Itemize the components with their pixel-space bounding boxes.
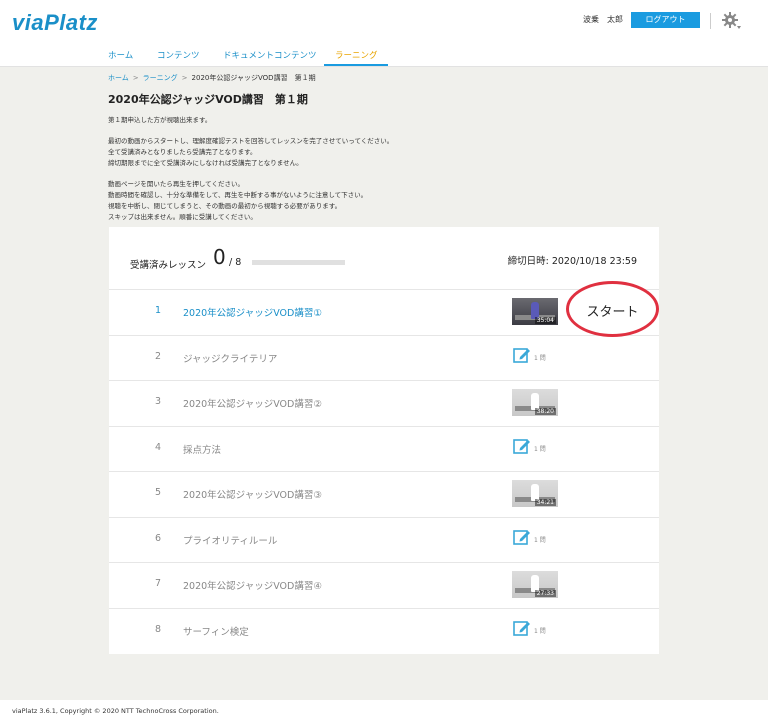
lesson-title[interactable]: 2020年公認ジャッジVOD講習③ [183,487,322,501]
footer: viaPlatz 3.6.1, Copyright © 2020 NTT Tec… [0,700,768,723]
lesson-number: 2 [155,351,162,362]
breadcrumb-current: 2020年公認ジャッジVOD講習 第１期 [191,74,316,82]
progress-bar [252,260,345,265]
start-label: スタート [586,305,639,320]
tab-home[interactable]: ホーム [108,49,133,61]
edit-note-icon [513,348,530,363]
lesson-title[interactable]: 採点方法 [183,442,221,456]
lesson-number: 7 [155,578,162,589]
quiz-count: 1 問 [534,628,546,635]
description-line: 動画ページを開いたら再生を押してください。 [108,180,244,188]
lesson-title[interactable]: ジャッジクライテリア [183,351,277,365]
lesson-title[interactable]: 2020年公認ジャッジVOD講習② [183,396,322,410]
gear-icon[interactable] [721,11,741,31]
lesson-number: 6 [155,533,162,544]
top-header: viaPlatz 波乗 太郎 ログアウト [0,0,768,44]
breadcrumb: ホーム > ラーニング >2020年公認ジャッジVOD講習 第１期 [108,73,316,83]
header-divider [710,13,711,29]
video-duration: 38:20 [534,408,556,415]
lesson-row[interactable]: 7 2020年公認ジャッジVOD講習④ 27:33 [109,562,659,607]
quiz-count: 1 問 [534,446,546,453]
user-name: 波乗 太郎 [583,15,623,24]
progress-total: / 8 [229,257,242,268]
video-duration: 27:33 [534,590,556,597]
logout-button[interactable]: ログアウト [631,12,700,28]
tab-contents[interactable]: コンテンツ [157,49,200,61]
progress-label: 受講済みレッスン [130,260,207,271]
lesson-row[interactable]: 5 2020年公認ジャッジVOD講習③ 34:21 [109,471,659,516]
breadcrumb-separator: > [132,74,139,82]
tab-learning[interactable]: ラーニング [335,49,378,61]
description-line: スキップは出来ません。順番に受講してください。 [108,213,257,221]
progress-completed: 0 [213,245,226,269]
edit-note-icon [513,530,530,545]
copyright-text: viaPlatz 3.6.1, Copyright © 2020 NTT Tec… [12,707,219,715]
video-thumbnail[interactable]: 34:21 [512,480,558,507]
description-line: 最初の動画からスタートし、理解度確認テストを回答してレッスンを完了させていってく… [108,137,394,145]
active-tab-indicator [324,64,388,66]
lesson-title[interactable]: プライオリティルール [183,533,277,547]
quiz-count: 1 問 [534,537,546,544]
app-logo[interactable]: viaPlatz [12,10,98,36]
lesson-row[interactable]: 6 プライオリティルール 1 問 [109,517,659,562]
main-nav: ホーム コンテンツ ドキュメントコンテンツ ラーニング [0,44,768,67]
start-button[interactable]: スタート [566,281,659,337]
lesson-number: 3 [155,396,162,407]
video-thumbnail[interactable]: 35:04 [512,298,558,325]
lesson-row[interactable]: 8 サーフィン検定 1 問 [109,608,659,653]
lesson-number: 5 [155,487,162,498]
lesson-title[interactable]: 2020年公認ジャッジVOD講習④ [183,578,322,592]
description-line: 締切期限までに全て受講済みにしなければ受講完了となりません。 [108,159,303,167]
quiz-count: 1 問 [534,355,546,362]
lesson-row[interactable]: 2 ジャッジクライテリア 1 問 [109,335,659,380]
edit-note-icon [513,439,530,454]
video-thumbnail[interactable]: 38:20 [512,389,558,416]
description-line: 第１期申込した方が視聴出来ます。 [108,116,212,124]
lesson-row[interactable]: 4 採点方法 1 問 [109,426,659,471]
video-duration: 34:21 [534,499,556,506]
lesson-number: 8 [155,624,162,635]
breadcrumb-learning[interactable]: ラーニング [143,74,178,82]
lesson-number: 1 [155,305,162,316]
lesson-row[interactable]: 3 2020年公認ジャッジVOD講習② 38:20 [109,380,659,425]
edit-note-icon [513,621,530,636]
description-line: 動画時間を確認し、十分な準備をして、再生を中断する事がないように注意して下さい。 [108,191,368,199]
deadline: 締切日時: 2020/10/18 23:59 [507,256,637,267]
page-title: 2020年公認ジャッジVOD講習 第１期 [108,93,308,106]
description-line: 視聴を中断し、閉じてしまうと、その動画の最初から視聴する必要があります。 [108,202,342,210]
lesson-number: 4 [155,442,162,453]
breadcrumb-home[interactable]: ホーム [108,74,129,82]
breadcrumb-separator: > [181,74,188,82]
lesson-title[interactable]: 2020年公認ジャッジVOD講習① [183,305,322,319]
tab-document-contents[interactable]: ドキュメントコンテンツ [223,49,317,61]
description-line: 全て受講済みとなりましたら受講完了となります。 [108,148,257,156]
video-duration: 35:04 [534,317,556,324]
video-thumbnail[interactable]: 27:33 [512,571,558,598]
lesson-title[interactable]: サーフィン検定 [183,624,249,638]
